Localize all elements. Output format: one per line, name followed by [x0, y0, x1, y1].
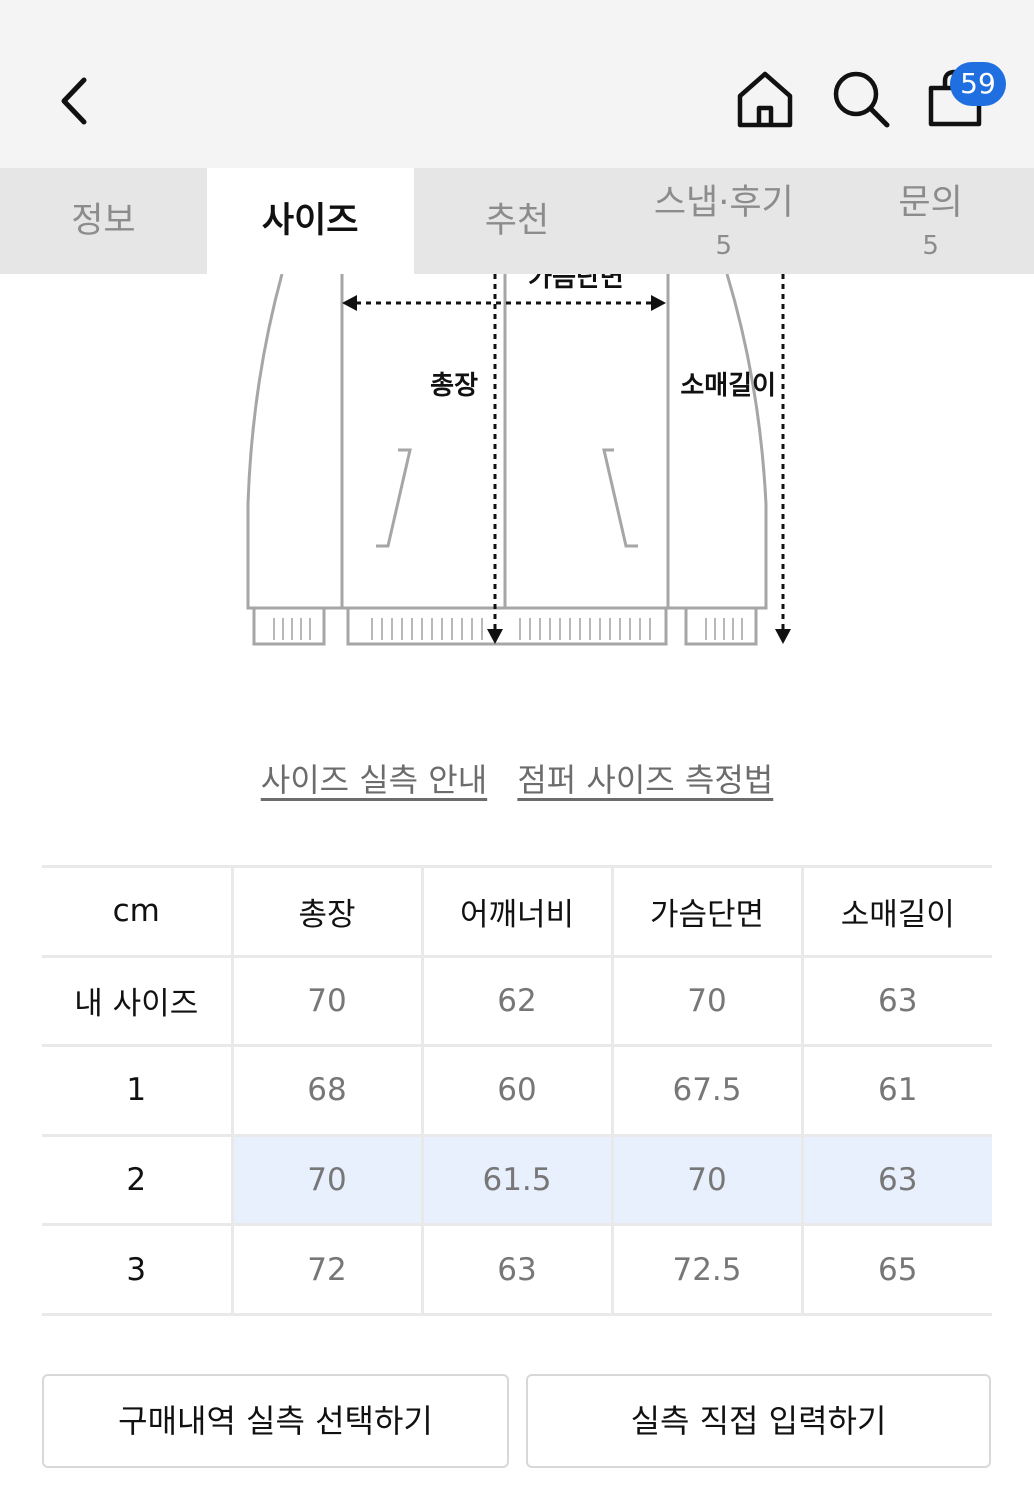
- row-label: 3: [42, 1223, 232, 1316]
- search-icon: [833, 71, 890, 128]
- back-button[interactable]: [48, 66, 108, 136]
- table-cell: 70: [610, 1133, 802, 1225]
- arrow-head: [651, 295, 666, 311]
- hem-band: [346, 606, 668, 646]
- top-bar: 59: [0, 0, 1034, 168]
- tab-info[interactable]: 정보: [0, 168, 207, 274]
- right-sleeve: [666, 274, 768, 610]
- row-label: 2: [42, 1133, 232, 1225]
- table-cell: 72: [230, 1223, 422, 1316]
- arrow-head: [342, 295, 357, 311]
- table-header-row: cm 총장 어깨너비 가슴단면 소매길이: [42, 865, 992, 957]
- right-pocket: [602, 448, 638, 548]
- tab-label: 정보: [71, 201, 136, 241]
- cart-count-badge: 59: [950, 62, 1006, 106]
- table-cell: 63: [420, 1223, 612, 1316]
- left-cuff: [252, 606, 326, 646]
- table-cell: 62: [420, 954, 612, 1046]
- row-label: 1: [42, 1044, 232, 1136]
- table-cell: 63: [800, 1133, 992, 1225]
- chest-label: 가슴단면: [528, 274, 624, 293]
- tab-label: 추천: [484, 201, 550, 241]
- tab-label: 스냅·후기: [653, 183, 794, 223]
- header-cell: 가슴단면: [610, 865, 802, 957]
- home-button[interactable]: [732, 66, 798, 132]
- home-icon: [737, 71, 793, 128]
- header-cell: 소매길이: [800, 865, 992, 957]
- tab-label: 사이즈: [261, 201, 359, 241]
- header-cell: 총장: [230, 865, 422, 957]
- arrow-head: [487, 629, 503, 644]
- size-guide-links: 사이즈 실측 안내 점퍼 사이즈 측정법: [0, 755, 1034, 801]
- length-label: 총장: [430, 371, 478, 401]
- table-cell: 65: [800, 1223, 992, 1316]
- header-cell: 어깨너비: [420, 865, 612, 957]
- table-cell: 70: [230, 1133, 422, 1225]
- table-cell: 63: [800, 954, 992, 1046]
- size-guide-link[interactable]: 사이즈 실측 안내: [261, 761, 487, 799]
- row-label: 내 사이즈: [42, 954, 232, 1046]
- table-cell: 70: [610, 954, 802, 1046]
- chevron-left-icon: [61, 77, 87, 125]
- tab-count: 5: [715, 231, 733, 261]
- table-cell: 61: [800, 1044, 992, 1136]
- header-unit: cm: [42, 865, 232, 957]
- measure-method-link[interactable]: 점퍼 사이즈 측정법: [517, 761, 773, 799]
- table-row[interactable]: 3 72 63 72.5 65: [42, 1223, 992, 1316]
- search-button[interactable]: [830, 68, 892, 130]
- tab-label: 문의: [898, 183, 963, 223]
- right-cuff: [684, 606, 758, 646]
- table-cell: 68: [230, 1044, 422, 1136]
- table-cell: 60: [420, 1044, 612, 1136]
- sleeve-label: 소매길이: [680, 371, 776, 401]
- tab-size[interactable]: 사이즈: [206, 168, 414, 274]
- table-cell: 70: [230, 954, 422, 1046]
- tab-recommend[interactable]: 추천: [414, 168, 621, 274]
- tab-count: 5: [922, 231, 939, 261]
- tab-inquiry[interactable]: 문의 5: [827, 168, 1034, 274]
- table-cell: 67.5: [610, 1044, 802, 1136]
- table-row-my-size: 내 사이즈 70 62 70 63: [42, 954, 992, 1046]
- tab-snap-review[interactable]: 스냅·후기 5: [620, 168, 827, 274]
- left-sleeve: [246, 274, 344, 610]
- left-pocket: [376, 448, 412, 548]
- table-cell: 61.5: [420, 1133, 612, 1225]
- select-purchase-history-button[interactable]: 구매내역 실측 선택하기: [42, 1374, 509, 1468]
- table-row[interactable]: 1 68 60 67.5 61: [42, 1044, 992, 1136]
- product-tabs: 정보 사이즈 추천 스냅·후기 5 문의 5: [0, 168, 1034, 274]
- arrow-head: [775, 629, 791, 644]
- direct-input-button[interactable]: 실측 직접 입력하기: [526, 1374, 991, 1468]
- size-table: cm 총장 어깨너비 가슴단면 소매길이 내 사이즈 70 62 70 63 1…: [42, 865, 992, 1316]
- jacket-measurement-diagram: 가슴단면 총장 소매길이: [246, 274, 791, 646]
- table-row-selected[interactable]: 2 70 61.5 70 63: [42, 1133, 992, 1225]
- table-cell: 72.5: [610, 1223, 802, 1316]
